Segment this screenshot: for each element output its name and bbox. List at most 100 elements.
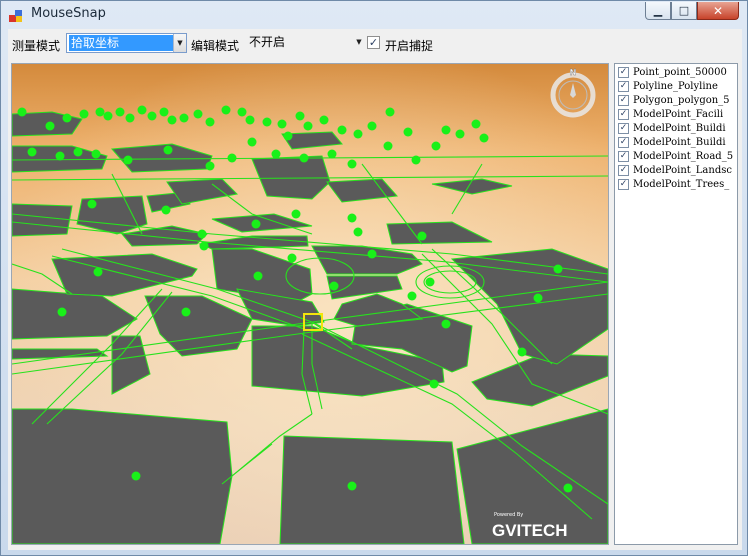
edit-mode-select[interactable]: 不开启 ▼ [245,33,365,53]
measure-mode-label: 测量模式 [12,39,61,53]
snap-point [441,319,451,329]
chevron-down-icon[interactable]: ▼ [353,33,365,51]
compass-north-label: N [570,68,577,77]
snap-point [147,111,157,121]
edit-mode-value: 不开启 [249,35,286,49]
layer-checkbox[interactable]: ✓ [618,109,629,120]
snap-point [425,277,435,287]
layer-label: Point_point_50000 [633,67,727,78]
snap-point [271,149,281,159]
snap-point [385,107,395,117]
layer-item[interactable]: ✓ ModelPoint_Facili [615,108,737,122]
snap-point [479,133,489,143]
layer-checkbox[interactable]: ✓ [618,137,629,148]
snap-point [291,209,301,219]
snap-point [347,159,357,169]
scene-canvas[interactable]: N Powered By GVITECH [12,64,608,544]
snap-point [441,125,451,135]
snap-point [553,264,563,274]
snap-point [563,483,573,493]
layer-label: ModelPoint_Landsc [633,165,732,176]
layer-checkbox[interactable]: ✓ [618,95,629,106]
snap-point [123,155,133,165]
snap-point [367,249,377,259]
snap-point [205,161,215,171]
snap-point [27,147,37,157]
layer-item[interactable]: ✓ ModelPoint_Buildi [615,122,737,136]
snap-point [403,127,413,137]
snap-checkbox[interactable]: ✓ [367,36,380,49]
snap-point [55,151,65,161]
measure-mode-select[interactable]: 拾取坐标 ▼ [66,33,187,53]
snap-point [253,271,263,281]
snap-point [353,129,363,139]
layer-item[interactable]: ✓ Polyline_Polyline [615,80,737,94]
snap-point [87,199,97,209]
layer-list[interactable]: ✓ Point_point_50000 ✓ Polyline_Polyline ✓ Pol… [614,63,738,545]
layer-label: Polygon_polygon_5 [633,95,730,106]
snap-point [299,153,309,163]
snap-point [137,105,147,115]
layer-item[interactable]: ✓ Polygon_polygon_5 [615,94,737,108]
snap-point [283,131,293,141]
snap-point [115,107,125,117]
layer-label: ModelPoint_Facili [633,109,724,120]
toolbar: 测量模式 拾取坐标 ▼ 编辑模式 不开启 ▼ ✓ 开启捕捉 [8,29,742,59]
snap-point [247,137,257,147]
snap-point [62,113,72,123]
block [279,435,465,544]
snap-label[interactable]: 开启捕捉 [385,37,433,54]
layer-item[interactable]: ✓ ModelPoint_Trees_ [615,178,737,192]
snap-point [45,121,55,131]
layer-label: ModelPoint_Road_5 [633,151,734,162]
snap-point [17,107,27,117]
minimize-button[interactable]: ▁ [645,2,671,20]
snap-point [131,471,141,481]
snap-point [383,141,393,151]
client-area: 测量模式 拾取坐标 ▼ 编辑模式 不开启 ▼ ✓ 开启捕捉 N Powered … [8,29,742,550]
snap-point [251,219,261,229]
snap-point [193,109,203,119]
chevron-down-icon[interactable]: ▼ [173,34,186,52]
snap-point [329,281,339,291]
snap-point [517,347,527,357]
measure-mode-value: 拾取坐标 [69,35,173,51]
block [12,408,233,544]
snap-point [347,213,357,223]
map-3d-viewport[interactable]: N Powered By GVITECH [11,63,609,545]
layer-item[interactable]: ✓ ModelPoint_Buildi [615,136,737,150]
app-window: MouseSnap ▁ □ ✕ 测量模式 拾取坐标 ▼ 编辑模式 不开启 ▼ ✓… [0,0,748,556]
edit-mode-label: 编辑模式 [191,39,240,53]
snap-point [347,481,357,491]
layer-item[interactable]: ✓ Point_point_50000 [615,66,737,80]
layer-item[interactable]: ✓ ModelPoint_Road_5 [615,150,737,164]
maximize-button[interactable]: □ [671,2,697,20]
snap-point [93,267,103,277]
snap-point [95,107,105,117]
layer-checkbox[interactable]: ✓ [618,179,629,190]
snap-point [73,147,83,157]
snap-point [103,111,113,121]
layer-checkbox[interactable]: ✓ [618,151,629,162]
layer-item[interactable]: ✓ ModelPoint_Landsc [615,164,737,178]
snap-point [245,115,255,125]
snap-point [163,145,173,155]
app-icon [9,10,22,22]
snap-point [337,125,347,135]
snap-point [303,121,313,131]
snap-point [471,119,481,129]
layer-checkbox[interactable]: ✓ [618,165,629,176]
snap-point [179,113,189,123]
snap-point [91,149,101,159]
close-button[interactable]: ✕ [697,2,739,20]
snap-point [237,107,247,117]
title-bar[interactable]: MouseSnap ▁ □ ✕ [1,1,747,29]
snap-point [287,253,297,263]
snap-point [429,379,439,389]
snap-point [353,227,363,237]
layer-checkbox[interactable]: ✓ [618,123,629,134]
layer-checkbox[interactable]: ✓ [618,81,629,92]
snap-point [533,293,543,303]
layer-checkbox[interactable]: ✓ [618,67,629,78]
window-title: MouseSnap [31,6,106,21]
